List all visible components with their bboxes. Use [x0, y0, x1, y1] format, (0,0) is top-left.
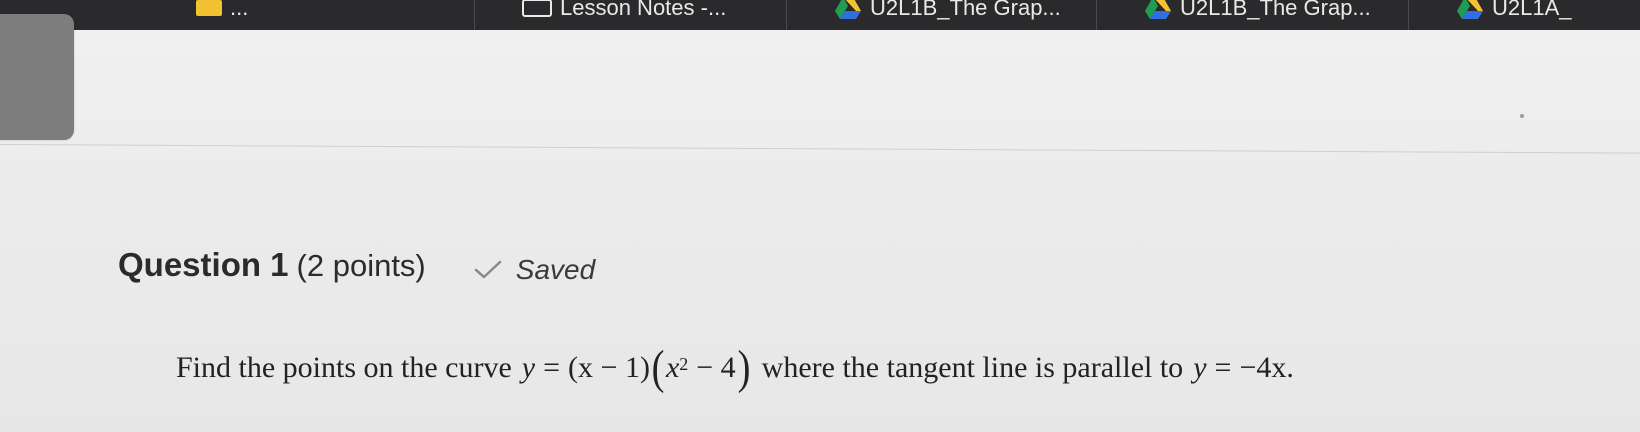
bookmark-label: U2L1B_The Grap...: [870, 0, 1061, 20]
saved-label: Saved: [515, 254, 596, 285]
close-paren: ): [737, 341, 751, 394]
line-equation: y = −4x.: [1193, 351, 1294, 385]
curve-equals: =: [543, 351, 561, 384]
bookmark-item[interactable]: Lesson Notes -...: [510, 0, 738, 24]
bookmark-separator: [1408, 0, 1409, 30]
line-rhs: −4x: [1239, 351, 1287, 384]
header-divider: [0, 144, 1640, 154]
curve-y: y: [521, 351, 536, 384]
bookmark-separator: [1096, 0, 1097, 30]
folder-icon: [196, 0, 222, 16]
question-title: Question 1: [118, 246, 289, 283]
bookmark-label: ...: [230, 0, 249, 20]
bookmark-item[interactable]: U2L1B_The Grap...: [1132, 0, 1383, 24]
curve-minus-four: − 4: [696, 351, 736, 384]
document-icon: [522, 0, 552, 17]
open-paren: (: [651, 341, 665, 394]
line-period: .: [1286, 351, 1294, 384]
curve-equation: y = (x − 1) ( x2 − 4 ): [522, 344, 752, 392]
bookmark-item[interactable]: ...: [184, 0, 260, 24]
google-drive-icon: [1456, 0, 1484, 20]
curve-exponent: 2: [679, 353, 689, 374]
curve-x: x: [665, 351, 680, 384]
curve-factor1: (x − 1): [568, 351, 650, 384]
bookmark-label: Lesson Notes -...: [560, 0, 727, 20]
bookmark-separator: [786, 0, 787, 30]
quiz-page: ... Lesson Notes -... U2L1B_The Grap...: [0, 0, 1640, 432]
line-equals: =: [1214, 351, 1232, 384]
google-drive-icon: [1144, 0, 1172, 20]
bookmark-label: U2L1A_: [1492, 0, 1572, 20]
bookmark-item[interactable]: U2L1A_: [1444, 0, 1584, 24]
sidebar-panel: [0, 14, 74, 140]
question-header: Question 1 (2 points) Saved: [118, 246, 595, 286]
bookmark-label: U2L1B_The Grap...: [1180, 0, 1371, 20]
question-text-after: where the tangent line is parallel to: [761, 351, 1184, 384]
bookmark-separator: [474, 0, 475, 30]
saved-status: Saved: [474, 254, 595, 286]
bookmark-item[interactable]: U2L1B_The Grap...: [822, 0, 1073, 24]
question-text: Find the points on the curve y = (x − 1)…: [176, 344, 1304, 392]
question-points: (2 points): [296, 248, 426, 283]
line-y: y: [1193, 351, 1207, 384]
bookmarks-bar: ... Lesson Notes -... U2L1B_The Grap...: [0, 0, 1640, 30]
checkmark-icon: [474, 260, 502, 280]
decorative-dot: [1520, 114, 1524, 118]
question-text-before: Find the points on the curve: [176, 351, 512, 384]
google-drive-icon: [834, 0, 862, 20]
